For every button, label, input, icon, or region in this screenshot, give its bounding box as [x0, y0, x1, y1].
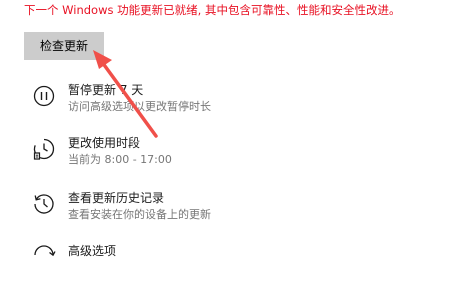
change-active-hours-option[interactable]: 更改使用时段 当前为 8:00 - 17:00	[32, 135, 432, 175]
change-active-hours-title: 更改使用时段	[68, 136, 141, 150]
pause-updates-description: 访问高级选项以更改暂停时长	[68, 100, 211, 113]
view-update-history-description: 查看安装在你的设备上的更新	[68, 208, 211, 221]
pause-updates-title: 暂停更新 7 天	[68, 83, 144, 97]
advanced-options-option[interactable]: 高级选项	[32, 243, 432, 283]
advanced-options-title: 高级选项	[68, 244, 117, 258]
active-hours-clock-icon	[32, 137, 56, 161]
view-update-history-option[interactable]: 查看更新历史记录 查看安装在你的设备上的更新	[32, 190, 432, 230]
update-ready-notice: 下一个 Windows 功能更新已就绪, 其中包含可靠性、性能和安全性改进。	[24, 3, 401, 17]
history-icon	[32, 192, 56, 216]
check-for-updates-button[interactable]: 检查更新	[24, 32, 104, 60]
pause-icon	[32, 84, 56, 108]
pause-updates-option[interactable]: 暂停更新 7 天 访问高级选项以更改暂停时长	[32, 82, 432, 122]
advanced-options-icon	[32, 245, 56, 269]
change-active-hours-description: 当前为 8:00 - 17:00	[68, 153, 172, 166]
view-update-history-title: 查看更新历史记录	[68, 191, 165, 205]
